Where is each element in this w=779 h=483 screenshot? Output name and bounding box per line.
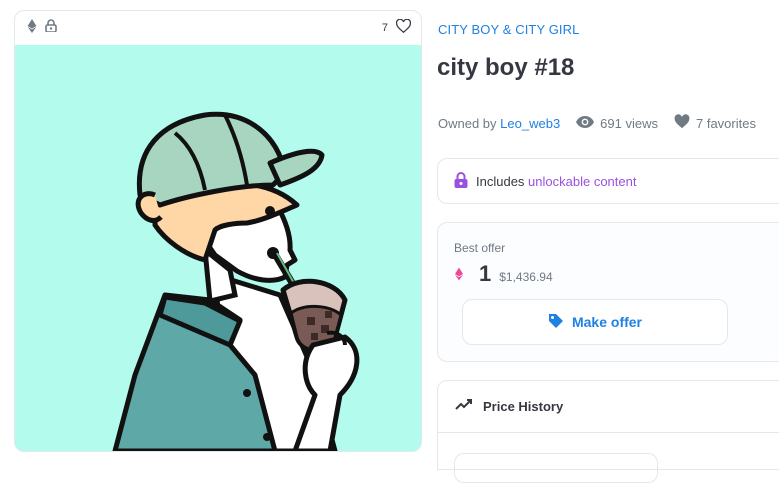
ethereum-icon xyxy=(27,18,37,38)
unlockable-link[interactable]: unlockable content xyxy=(528,174,636,189)
price-history-header[interactable]: Price History xyxy=(438,381,779,433)
asset-card-header: 7 xyxy=(15,11,421,45)
unlockable-content-banner[interactable]: Includes unlockable content xyxy=(437,158,779,204)
favorites-count: 7 favorites xyxy=(695,115,756,131)
price-history-body xyxy=(438,433,779,483)
lock-icon xyxy=(454,171,468,191)
best-offer-price: 1 $1,436.94 xyxy=(455,261,553,287)
offer-amount: 1 xyxy=(479,261,492,286)
collection-link[interactable]: CITY BOY & CITY GIRL xyxy=(438,22,579,37)
favorites-stat: 7 favorites xyxy=(674,114,756,132)
make-offer-button[interactable]: Make offer xyxy=(462,299,728,345)
tag-icon xyxy=(548,313,564,332)
views-stat: 691 views xyxy=(576,115,658,131)
heart-icon xyxy=(674,114,690,132)
item-title: city boy #18 xyxy=(437,54,575,81)
favorite-count: 7 xyxy=(381,22,388,34)
lock-icon xyxy=(45,19,57,37)
owner-link[interactable]: Leo_web3 xyxy=(500,116,560,131)
eye-icon xyxy=(576,115,595,131)
nft-artwork[interactable] xyxy=(15,45,421,451)
weth-icon xyxy=(455,267,463,286)
unlockable-prefix: Includes xyxy=(476,173,525,189)
price-history-title: Price History xyxy=(483,399,564,414)
heart-icon[interactable] xyxy=(395,18,412,38)
views-count: 691 views xyxy=(600,115,658,131)
offer-usd: $1,436.94 xyxy=(499,270,553,284)
item-meta: Owned by Leo_web3 691 views 7 favorites xyxy=(438,114,756,132)
price-history-panel[interactable]: Price History xyxy=(437,380,779,483)
owner-info: Owned by Leo_web3 xyxy=(438,116,560,131)
best-offer-panel: Best offer 1 $1,436.94 Make offer xyxy=(437,222,779,362)
best-offer-label: Best offer xyxy=(454,241,506,255)
trending-icon xyxy=(455,399,473,414)
make-offer-label: Make offer xyxy=(571,314,643,330)
asset-card[interactable]: 7 xyxy=(14,10,422,452)
owned-by-label: Owned by xyxy=(438,115,497,131)
